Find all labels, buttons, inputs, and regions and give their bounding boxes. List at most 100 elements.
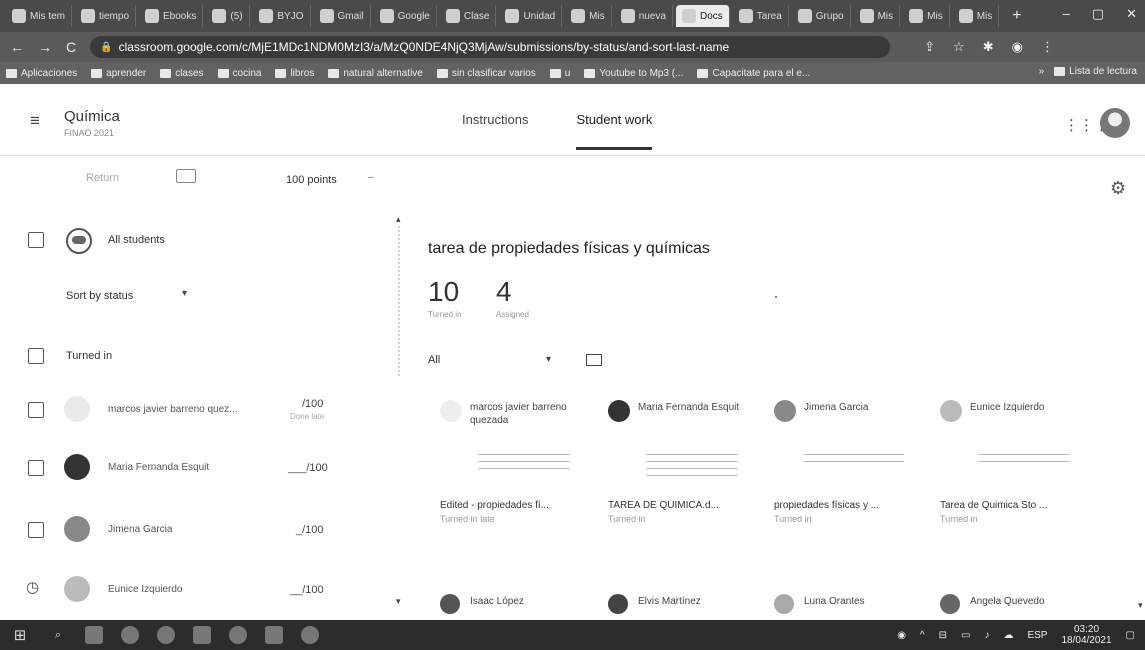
language-indicator[interactable]: ESP	[1027, 630, 1047, 641]
browser-tab[interactable]: Grupo	[792, 5, 851, 27]
bookmark-item[interactable]: clases	[160, 68, 204, 79]
file-explorer-icon[interactable]	[184, 624, 220, 646]
settings-gear-icon[interactable]: ⚙	[1110, 178, 1126, 199]
browser-tab[interactable]: Unidad	[499, 5, 563, 27]
turned-in-group-checkbox[interactable]	[28, 348, 44, 364]
card-file-name[interactable]: Tarea de Quimica Sto ...	[940, 500, 1047, 511]
scroll-down-icon[interactable]: ▾	[396, 596, 401, 607]
card-file-name[interactable]: TAREA DE QUIMICA.d...	[608, 500, 719, 511]
student-checkbox[interactable]	[28, 460, 44, 476]
browser-tab[interactable]: nueva	[615, 5, 673, 27]
close-icon[interactable]: ✕	[1126, 6, 1137, 22]
bookmarks-more[interactable]: »	[1039, 66, 1045, 77]
turned-in-stat[interactable]: 10 Turned in	[428, 278, 462, 320]
points-dropdown-icon[interactable]: –	[368, 172, 374, 183]
file-thumbnail[interactable]	[794, 448, 904, 498]
bookmark-item[interactable]: natural alternative	[328, 68, 423, 79]
account-avatar[interactable]	[1100, 108, 1130, 138]
submission-card[interactable]: Angela Quevedo	[940, 594, 1090, 618]
search-icon[interactable]: ⌕	[40, 624, 76, 646]
student-name[interactable]: marcos javier barreno quez...	[108, 404, 238, 415]
bookmark-item[interactable]: aprender	[91, 68, 146, 79]
browser-tab[interactable]: Docs	[675, 5, 730, 27]
new-tab-icon[interactable]: +	[1002, 7, 1031, 25]
tab-instructions[interactable]: Instructions	[462, 112, 528, 150]
panel-divider[interactable]	[398, 226, 400, 376]
scroll-up-icon[interactable]: ▴	[396, 214, 401, 225]
clock[interactable]: 03:20 18/04/2021	[1061, 624, 1111, 646]
cloud-icon[interactable]: ☁	[1003, 630, 1013, 641]
submission-card[interactable]: Jimena Garcia propiedades físicas y ... …	[774, 400, 924, 565]
forward-icon[interactable]: →	[38, 39, 52, 55]
battery-icon[interactable]: ▭	[961, 630, 970, 641]
browser-tab[interactable]: (5)	[206, 5, 251, 27]
student-grade[interactable]: ___/100	[288, 462, 328, 474]
task-view-icon[interactable]	[76, 624, 112, 646]
extensions-icon[interactable]: ✱	[983, 39, 994, 55]
sort-select[interactable]: Sort by status	[66, 290, 133, 302]
reading-list[interactable]: Lista de lectura	[1054, 66, 1137, 77]
browser-tab[interactable]: Ebooks	[139, 5, 204, 27]
maximize-icon[interactable]: ▢	[1092, 6, 1104, 22]
store-icon[interactable]	[220, 624, 256, 646]
tab-student-work[interactable]: Student work	[576, 112, 653, 150]
email-icon[interactable]	[176, 169, 196, 183]
browser-tab[interactable]: Mis	[953, 5, 1000, 27]
chevron-down-icon[interactable]: ▾	[182, 288, 187, 299]
chrome-icon[interactable]	[148, 624, 184, 646]
browser-tab[interactable]: tiempo	[75, 5, 137, 27]
windows-start-icon[interactable]: ⊞	[0, 626, 40, 644]
return-button[interactable]: Return	[86, 172, 119, 184]
browser-tab[interactable]: Clase	[440, 5, 497, 27]
bookmark-item[interactable]: Aplicaciones	[6, 68, 77, 79]
bookmark-item[interactable]: sin clasificar varios	[436, 68, 536, 79]
browser-tab[interactable]: Mis	[854, 5, 901, 27]
class-name[interactable]: Química	[64, 108, 120, 125]
student-grade[interactable]: /100	[302, 398, 323, 410]
network-icon[interactable]: ⊟	[939, 630, 947, 641]
browser-tab[interactable]: Mis	[565, 5, 612, 27]
student-grade[interactable]: __/100	[290, 584, 324, 596]
browser-tab[interactable]: Mis tem	[6, 5, 72, 27]
folder-icon[interactable]	[586, 354, 602, 366]
word-icon[interactable]	[256, 624, 292, 646]
browser-tab[interactable]: Gmail	[314, 5, 371, 27]
file-thumbnail[interactable]	[460, 448, 570, 498]
show-hidden-icons-icon[interactable]: ^	[920, 630, 925, 641]
submission-card[interactable]: Elvis Martínez	[608, 594, 758, 618]
reload-icon[interactable]: C	[66, 39, 76, 55]
bookmark-item[interactable]: u	[549, 68, 570, 79]
card-file-name[interactable]: propiedades físicas y ...	[774, 500, 879, 511]
share-icon[interactable]: ⇪	[924, 39, 935, 55]
menu-dots-icon[interactable]: ⋮	[1041, 39, 1054, 55]
card-file-name[interactable]: Edited - propiedades fí...	[440, 500, 549, 511]
bookmark-item[interactable]: cocina	[217, 68, 261, 79]
star-icon[interactable]: ☆	[953, 39, 965, 55]
browser-tab[interactable]: Google	[374, 5, 437, 27]
main-menu-icon[interactable]: ≡	[30, 112, 46, 129]
submission-card[interactable]: Isaac López	[440, 594, 590, 618]
submission-card[interactable]: Maria Fernanda Esquit TAREA DE QUIMICA.d…	[608, 400, 758, 565]
submission-card[interactable]: Eunice Izquierdo Tarea de Quimica Sto ..…	[940, 400, 1090, 565]
submission-card[interactable]: Luna Orantes	[774, 594, 924, 618]
file-thumbnail[interactable]	[628, 448, 738, 498]
browser-tab[interactable]: Tarea	[733, 5, 789, 27]
student-name[interactable]: Maria Fernanda Esquit	[108, 462, 209, 473]
assigned-stat[interactable]: 4 Assigned	[496, 278, 529, 320]
scroll-down-icon[interactable]: ▾	[1138, 600, 1143, 611]
bookmark-item[interactable]: Youtube to Mp3 (...	[584, 68, 683, 79]
chevron-down-icon[interactable]: ▾	[546, 354, 551, 365]
student-checkbox[interactable]	[28, 402, 44, 418]
profile-icon[interactable]: ◉	[1012, 39, 1023, 55]
url-bar[interactable]: 🔒 classroom.google.com/c/MjE1MDc1NDM0MzI…	[90, 36, 891, 58]
points-select[interactable]: 100 points	[286, 174, 337, 186]
submission-card[interactable]: marcos javier barreno quezada Edited - p…	[440, 400, 590, 565]
chrome-tray-icon[interactable]: ◉	[897, 630, 906, 641]
filter-select[interactable]: All	[428, 354, 440, 366]
app-icon[interactable]	[292, 624, 328, 646]
browser-tab[interactable]: BYJO	[253, 5, 311, 27]
file-thumbnail[interactable]	[960, 448, 1070, 498]
volume-icon[interactable]: ♪	[984, 630, 989, 641]
notifications-icon[interactable]: ▢	[1126, 630, 1135, 641]
student-checkbox[interactable]	[28, 522, 44, 538]
